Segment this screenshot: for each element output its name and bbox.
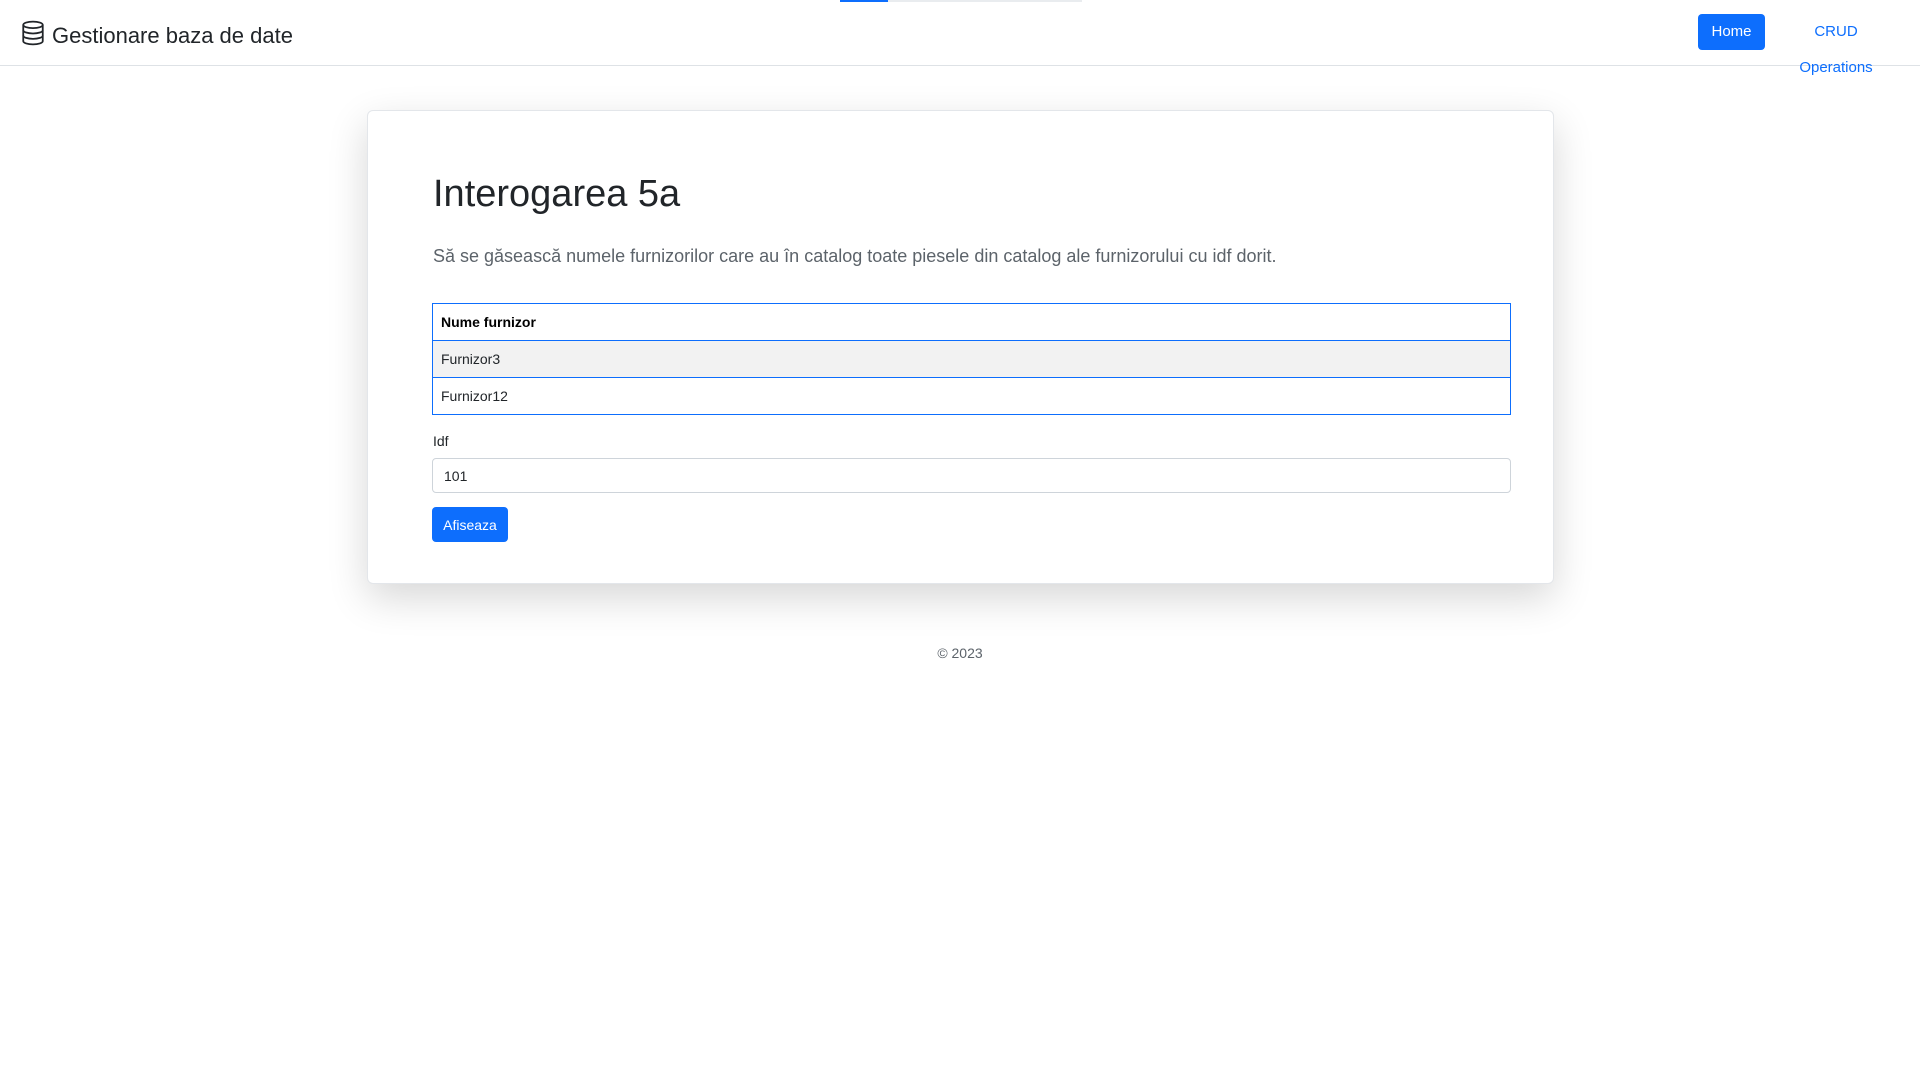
results-table: Nume furnizor Furnizor3 Furnizor12: [432, 303, 1511, 415]
query-card: Interogarea 5a Să se găsească numele fur…: [367, 110, 1554, 584]
brand-link[interactable]: Gestionare baza de date: [20, 19, 293, 52]
database-icon: [20, 19, 46, 52]
nav-home-button[interactable]: Home: [1698, 14, 1765, 50]
top-navbar: Gestionare baza de date Home CRUD Operat…: [0, 0, 1920, 76]
table-row: Furnizor3: [432, 340, 1511, 378]
table-header-row: Nume furnizor: [432, 303, 1511, 341]
nav-crud-operations-link[interactable]: CRUD Operations: [1776, 14, 1896, 76]
loading-progress-bar: [840, 0, 1082, 2]
table-cell: Furnizor12: [432, 377, 1511, 415]
table-cell: Furnizor3: [432, 340, 1511, 378]
column-header-nume-furnizor: Nume furnizor: [432, 303, 1511, 341]
table-row: Furnizor12: [432, 377, 1511, 415]
footer-copyright: © 2023: [937, 645, 983, 661]
loading-progress-fill: [840, 0, 888, 2]
idf-label: Idf: [433, 433, 449, 449]
idf-input[interactable]: [432, 458, 1511, 493]
query-description: Să se găsească numele furnizorilor care …: [433, 246, 1277, 266]
brand-title: Gestionare baza de date: [52, 22, 293, 48]
page-title: Interogarea 5a: [433, 173, 681, 215]
afiseaza-button[interactable]: Afiseaza: [432, 507, 508, 542]
